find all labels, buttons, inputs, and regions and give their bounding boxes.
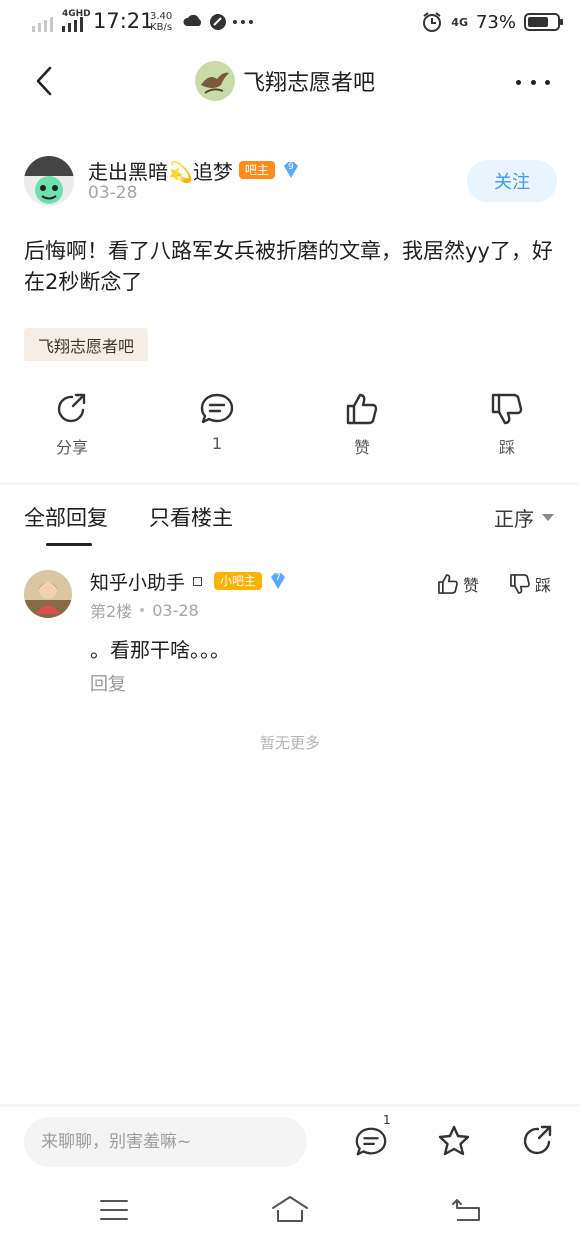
- reply-level-number: 7: [275, 573, 281, 583]
- reply-avatar-image: [24, 570, 72, 618]
- tab-active-indicator: [46, 543, 92, 546]
- post-date: 03-28: [88, 183, 138, 203]
- share-label: 分享: [55, 438, 88, 457]
- more-dot: [530, 79, 536, 85]
- emoji-placeholder-icon: [193, 576, 203, 586]
- system-nav-bar: [0, 1184, 580, 1244]
- network-label: 4GHD: [62, 9, 91, 19]
- nav-bar: 飞翔志愿者吧: [0, 50, 580, 112]
- status-time: 17:21: [93, 9, 154, 33]
- share-icon: [57, 393, 86, 423]
- level-number: 9: [288, 162, 294, 172]
- follow-button[interactable]: 关注: [467, 160, 557, 202]
- tab-owner-only[interactable]: 只看楼主: [149, 502, 233, 532]
- comment-icon[interactable]: [354, 1125, 388, 1159]
- reply-tabs: 全部回复 只看楼主 正序: [0, 500, 580, 546]
- status-bar: 4GHD 17:21 3.40 KB/s 4G 73%: [0, 0, 580, 46]
- bird-icon: [201, 72, 229, 94]
- no-more-text: 暂无更多: [259, 734, 320, 752]
- reply-like-button[interactable]: 赞: [437, 572, 479, 596]
- comment-input[interactable]: [24, 1117, 307, 1167]
- star-icon[interactable]: [437, 1124, 471, 1158]
- reply-dislike-button[interactable]: 踩: [509, 572, 551, 596]
- reply-like-label: 赞: [463, 576, 480, 595]
- thumbs-up-icon: [438, 574, 458, 594]
- share-action[interactable]: 分享: [32, 392, 112, 458]
- forum-title-group[interactable]: 飞翔志愿者吧: [195, 59, 375, 103]
- author-name[interactable]: 走出黑暗💫追梦: [88, 156, 233, 185]
- share-icon[interactable]: [521, 1124, 555, 1158]
- reply-date: 03-28: [152, 600, 199, 620]
- forum-logo: [195, 61, 235, 101]
- comment-icon: [200, 393, 234, 424]
- comment-action[interactable]: 1: [177, 392, 257, 453]
- owner-badge: 吧主: [238, 161, 275, 179]
- more-dot: [516, 79, 521, 85]
- reply-header: 知乎小助手 小吧主 7: [90, 566, 288, 596]
- network2-label: 4G: [451, 15, 468, 29]
- tab-all-replies[interactable]: 全部回复: [24, 502, 108, 532]
- notification-icons: [183, 14, 253, 30]
- reply-floor: 第2楼: [90, 602, 133, 621]
- reply-meta: 第2楼 03-28: [90, 598, 199, 622]
- sort-dropdown[interactable]: 正序: [494, 503, 554, 532]
- comment-badge-count: 1: [383, 1113, 391, 1127]
- author-line: 走出黑暗💫追梦 吧主 9: [88, 155, 301, 185]
- network-speed: 3.40 KB/s: [150, 11, 172, 33]
- sort-label: 正序: [494, 507, 534, 531]
- more-dot: [545, 79, 550, 85]
- alarm-icon: [423, 12, 442, 32]
- thumbs-up-icon: [346, 393, 378, 425]
- home-icon[interactable]: [270, 1194, 310, 1226]
- reply-content: 。看那干啥。。。: [90, 638, 230, 662]
- avatar-image: [24, 156, 74, 206]
- level-badge: 9: [281, 160, 301, 180]
- menu-icon[interactable]: [99, 1198, 129, 1222]
- forum-title: 飞翔志愿者吧: [243, 71, 376, 96]
- like-label: 赞: [353, 438, 370, 457]
- dislike-action[interactable]: 踩: [467, 392, 547, 458]
- reply-level-badge: 7: [268, 571, 288, 591]
- post-content: 后悔啊！看了八路军女兵被折磨的文章，我居然yy了，好在2秒断念了: [24, 239, 553, 294]
- post-actions: 分享 1 赞 踩: [0, 392, 580, 462]
- speed-unit: KB/s: [150, 22, 173, 33]
- caret-down-icon: [542, 514, 554, 521]
- battery-icon: [524, 13, 563, 31]
- reply-button[interactable]: 回复: [90, 670, 126, 696]
- status-right: 4G 73%: [421, 10, 564, 34]
- reply-dislike-label: 踩: [535, 576, 552, 595]
- section-divider: [0, 482, 580, 485]
- more-button[interactable]: [516, 70, 550, 94]
- small-owner-badge: 小吧主: [214, 572, 263, 590]
- back-button[interactable]: [30, 64, 62, 98]
- speed-value: 3.40: [150, 11, 173, 22]
- comment-count: 1: [211, 434, 223, 453]
- back-nav-icon[interactable]: [451, 1196, 483, 1224]
- forum-tag[interactable]: 飞翔志愿者吧: [24, 328, 149, 361]
- bottom-divider: [0, 1104, 580, 1107]
- battery-percent: 73%: [475, 11, 516, 33]
- thumbs-down-icon: [510, 574, 530, 594]
- reply-author-name[interactable]: 知乎小助手: [90, 568, 185, 595]
- author-avatar[interactable]: [24, 156, 74, 206]
- dislike-label: 踩: [498, 438, 515, 457]
- like-action[interactable]: 赞: [322, 392, 402, 458]
- thumbs-down-icon: [491, 393, 523, 425]
- reply-avatar[interactable]: [24, 570, 72, 618]
- meta-separator: [140, 608, 145, 612]
